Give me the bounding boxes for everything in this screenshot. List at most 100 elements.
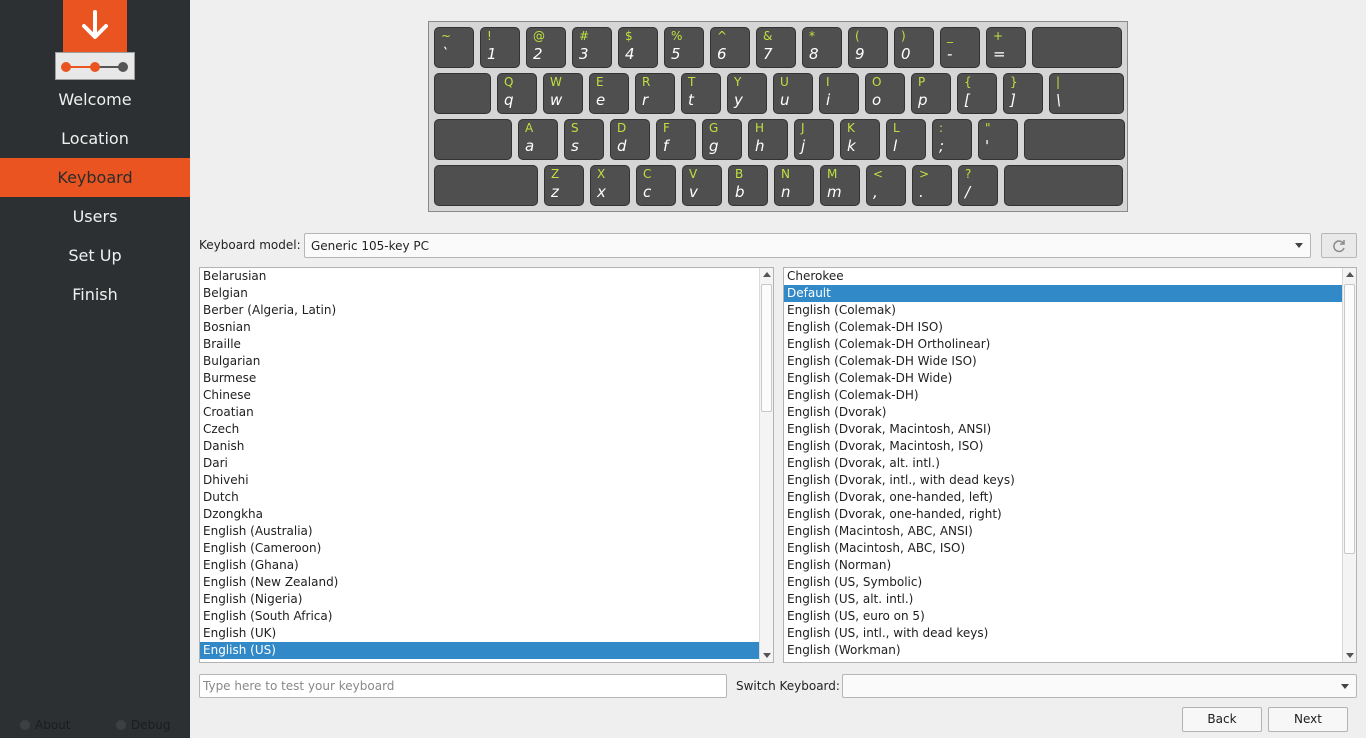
list-item[interactable]: English (US, intl., with dead keys) [784, 625, 1342, 642]
key-shift-label: I [826, 75, 830, 89]
key: Hh [748, 119, 788, 160]
list-item[interactable]: English (Australia) [200, 523, 759, 540]
key: Zz [544, 165, 584, 206]
key: Gg [702, 119, 742, 160]
list-item[interactable]: English (Macintosh, ABC, ISO) [784, 540, 1342, 557]
list-item[interactable]: Bulgarian [200, 353, 759, 370]
nav-item-finish[interactable]: Finish [0, 275, 190, 314]
list-item[interactable]: Belgian [200, 285, 759, 302]
key-shift-label: H [755, 121, 765, 135]
key-base-label: 8 [809, 45, 819, 63]
next-button[interactable]: Next [1268, 707, 1348, 732]
scroll-thumb[interactable] [1344, 284, 1355, 554]
list-item[interactable]: Dzongkha [200, 506, 759, 523]
chevron-down-icon [1295, 243, 1303, 248]
variant-list[interactable]: Cherokee Default English (Colemak) English … [783, 267, 1357, 663]
list-item[interactable]: English (Dvorak, one-handed, right) [784, 506, 1342, 523]
list-item[interactable]: English (New Zealand) [200, 574, 759, 591]
key: Ee [589, 73, 629, 114]
list-item[interactable]: English (Dvorak) [784, 404, 1342, 421]
list-item[interactable]: English (Ghana) [200, 557, 759, 574]
key-shift-label: F [663, 121, 670, 135]
keyboard-test-input[interactable] [199, 674, 727, 698]
list-item[interactable]: English (US, alt. intl.) [784, 591, 1342, 608]
key-base-label: r [642, 91, 649, 109]
list-item[interactable]: Croatian [200, 404, 759, 421]
list-item[interactable]: English (Colemak-DH Wide ISO) [784, 353, 1342, 370]
key: }] [1003, 73, 1043, 114]
list-item[interactable]: Chinese [200, 387, 759, 404]
scroll-down-icon[interactable] [1346, 653, 1354, 658]
list-item[interactable]: English (Dvorak, alt. intl.) [784, 455, 1342, 472]
list-item[interactable]: English (US, Symbolic) [784, 574, 1342, 591]
switch-keyboard-select[interactable] [842, 674, 1357, 698]
key-base-label: = [993, 45, 1006, 63]
list-item[interactable]: Dutch [200, 489, 759, 506]
list-item[interactable]: English (Colemak-DH) [784, 387, 1342, 404]
key-shift-label: L [893, 121, 900, 135]
list-item[interactable]: English (Colemak-DH Ortholinear) [784, 336, 1342, 353]
variant-scrollbar[interactable] [1342, 268, 1356, 662]
list-item[interactable]: English (Colemak-DH Wide) [784, 370, 1342, 387]
scroll-thumb[interactable] [761, 284, 772, 412]
list-item[interactable]: Braille [200, 336, 759, 353]
nav-item-welcome[interactable]: Welcome [0, 80, 190, 119]
key-shift-label: ) [901, 29, 906, 43]
key-shift-label: @ [533, 29, 545, 43]
list-item[interactable]: Belarusian [200, 268, 759, 285]
key-base-label: d [617, 137, 627, 155]
list-item[interactable]: English (Norman) [784, 557, 1342, 574]
list-item[interactable]: English (Cameroon) [200, 540, 759, 557]
list-item[interactable]: English (Macintosh, ABC, ANSI) [784, 523, 1342, 540]
key-shift-label: $ [625, 29, 633, 43]
list-item[interactable]: Dhivehi [200, 472, 759, 489]
scroll-up-icon[interactable] [763, 272, 771, 277]
layout-list[interactable]: Belarusian Belgian Berber (Algeria, Latin)… [199, 267, 774, 663]
list-item[interactable]: English (Dvorak, Macintosh, ISO) [784, 438, 1342, 455]
list-item[interactable]: English (South Africa) [200, 608, 759, 625]
keyboard-model-select[interactable]: Generic 105-key PC [304, 233, 1311, 258]
key-shift-label: % [671, 29, 683, 43]
reset-model-button[interactable] [1321, 233, 1357, 258]
list-item[interactable]: English (US, euro on 5) [784, 608, 1342, 625]
key: ) 0 [894, 27, 934, 68]
list-item[interactable]: Danish [200, 438, 759, 455]
list-item[interactable]: Bosnian [200, 319, 759, 336]
key-lshift [434, 165, 538, 206]
key-shift-label: R [642, 75, 651, 89]
scroll-up-icon[interactable] [1346, 272, 1354, 277]
list-item[interactable]: Dari [200, 455, 759, 472]
key: ? / [958, 165, 998, 206]
list-item[interactable]: Default [784, 285, 1342, 302]
list-item[interactable]: Berber (Algeria, Latin) [200, 302, 759, 319]
list-item[interactable]: English (Colemak-DH ISO) [784, 319, 1342, 336]
key-shift-label: S [571, 121, 579, 135]
list-item[interactable]: Burmese [200, 370, 759, 387]
layout-scrollbar[interactable] [759, 268, 773, 662]
key-base-label: n [781, 183, 791, 201]
about-link[interactable]: About [20, 718, 70, 732]
list-item[interactable]: English (Nigeria) [200, 591, 759, 608]
list-item[interactable]: Czech [200, 421, 759, 438]
variant-items: Cherokee Default English (Colemak) English … [784, 268, 1342, 659]
list-item[interactable]: English (UK) [200, 625, 759, 642]
list-item[interactable]: English (US) [200, 642, 759, 659]
key-tab [434, 73, 491, 114]
key: Xx [590, 165, 630, 206]
nav-item-set-up[interactable]: Set Up [0, 236, 190, 275]
scroll-down-icon[interactable] [763, 653, 771, 658]
key: Uu [773, 73, 813, 114]
nav-item-keyboard[interactable]: Keyboard [0, 158, 190, 197]
key-base-label: i [826, 91, 831, 109]
list-item[interactable]: English (Dvorak, intl., with dead keys) [784, 472, 1342, 489]
key-shift-label: W [550, 75, 562, 89]
list-item[interactable]: Cherokee [784, 268, 1342, 285]
back-button[interactable]: Back [1182, 707, 1262, 732]
list-item[interactable]: English (Colemak) [784, 302, 1342, 319]
nav-item-location[interactable]: Location [0, 119, 190, 158]
list-item[interactable]: English (Workman) [784, 642, 1342, 659]
list-item[interactable]: English (Dvorak, one-handed, left) [784, 489, 1342, 506]
debug-link[interactable]: Debug [116, 718, 170, 732]
nav-item-users[interactable]: Users [0, 197, 190, 236]
list-item[interactable]: English (Dvorak, Macintosh, ANSI) [784, 421, 1342, 438]
